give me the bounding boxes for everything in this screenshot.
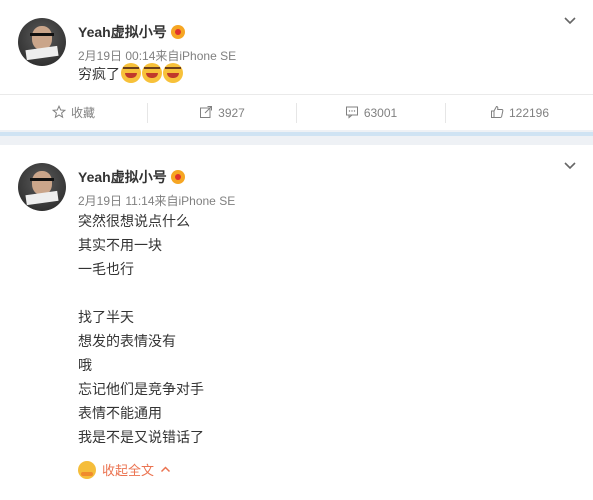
favorite-label: 收藏 bbox=[70, 106, 95, 120]
text-line: 想发的表情没有 bbox=[78, 333, 176, 349]
username-label[interactable]: Yeah虚拟小号 bbox=[78, 24, 167, 40]
favorite-button[interactable]: 收藏 bbox=[0, 95, 147, 131]
text-line: 忘记他们是竞争对手 bbox=[78, 381, 204, 397]
text-line: 找了半天 bbox=[78, 309, 134, 325]
post-text-content: 穷疯了 bbox=[78, 66, 120, 82]
avatar[interactable] bbox=[18, 18, 66, 66]
hand-emoji-icon bbox=[78, 461, 96, 479]
laugh-cry-icon bbox=[121, 63, 141, 83]
repost-count: 3927 bbox=[218, 106, 245, 120]
post-meta: 2月19日 11:14来自iPhone SE bbox=[78, 194, 236, 208]
text-line: 一毛也行 bbox=[78, 261, 134, 277]
username[interactable]: Yeah虚拟小号 bbox=[78, 167, 185, 187]
username[interactable]: Yeah虚拟小号 bbox=[78, 22, 185, 42]
vip-badge-icon bbox=[170, 170, 185, 184]
weibo-post-2: Yeah虚拟小号 2月19日 11:14来自iPhone SE 突然很想说点什么… bbox=[0, 145, 593, 500]
text-line: 哦 bbox=[78, 357, 92, 373]
collapse-label: 收起全文 bbox=[102, 463, 155, 478]
comment-count: 63001 bbox=[363, 106, 398, 120]
laugh-cry-icon bbox=[163, 63, 183, 83]
like-count: 122196 bbox=[508, 106, 550, 120]
text-line: 我是不是又说错话了 bbox=[78, 429, 204, 445]
chevron-down-icon[interactable] bbox=[563, 159, 577, 173]
text-line: 突然很想说点什么 bbox=[78, 213, 190, 229]
post-text: 突然很想说点什么 其实不用一块 一毛也行 找了半天 想发的表情没有 哦 忘记他们… bbox=[78, 209, 204, 449]
repost-button[interactable]: 3927 bbox=[148, 95, 296, 131]
chevron-down-icon[interactable] bbox=[563, 14, 577, 28]
thumbs-up-icon bbox=[490, 105, 504, 119]
chevron-up-icon bbox=[160, 460, 171, 484]
avatar[interactable] bbox=[18, 163, 66, 211]
like-button[interactable]: 122196 bbox=[446, 95, 593, 131]
text-line: 表情不能通用 bbox=[78, 405, 162, 421]
weibo-post-1: Yeah虚拟小号 2月19日 00:14来自iPhone SE 穷疯了 收藏 3… bbox=[0, 0, 593, 130]
username-label[interactable]: Yeah虚拟小号 bbox=[78, 169, 167, 185]
comment-button[interactable]: 63001 bbox=[297, 95, 445, 131]
text-line bbox=[78, 281, 204, 305]
laugh-cry-icon bbox=[142, 63, 162, 83]
collapse-full-text-link[interactable]: 收起全文 bbox=[78, 459, 171, 483]
vip-badge-icon bbox=[170, 25, 185, 39]
feed-separator bbox=[0, 130, 593, 145]
comment-icon bbox=[345, 105, 359, 119]
text-line: 其实不用一块 bbox=[78, 237, 162, 253]
star-icon bbox=[51, 104, 67, 119]
repost-icon bbox=[199, 105, 213, 119]
post-toolbar: 收藏 3927 63001 122196 bbox=[0, 94, 593, 131]
post-text: 穷疯了 bbox=[78, 62, 183, 86]
